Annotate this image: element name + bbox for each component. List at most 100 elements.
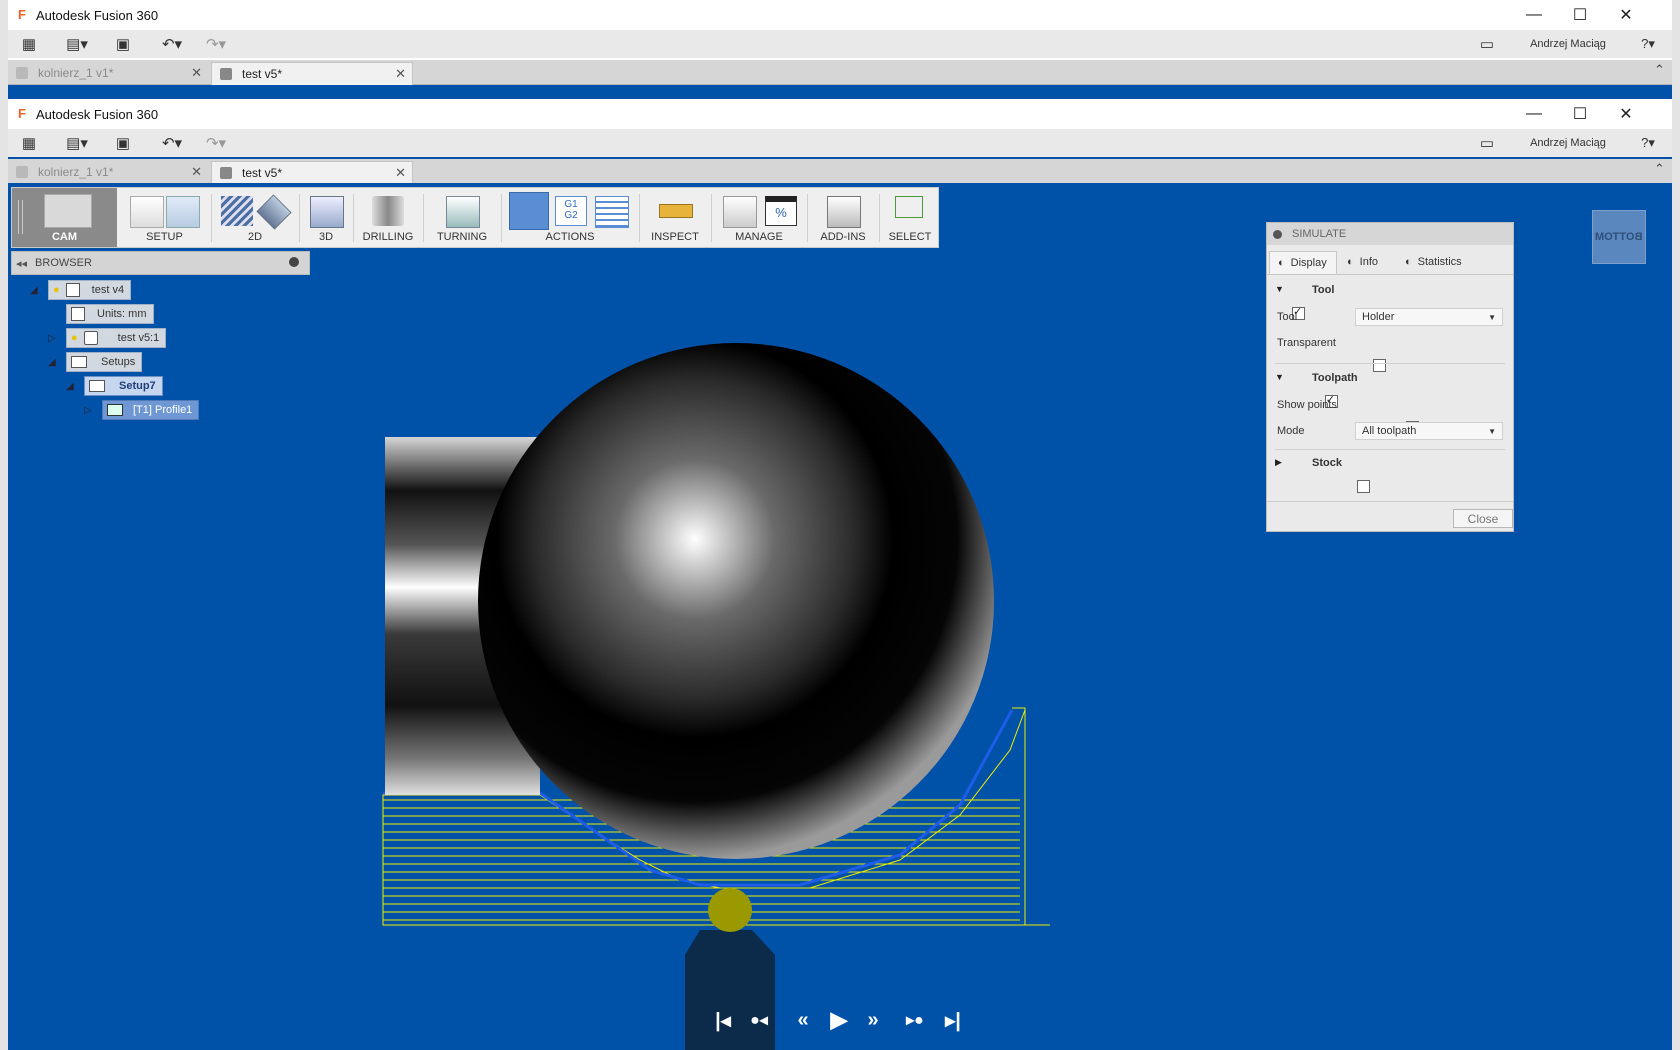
- tree-node-root[interactable]: ◢ ● test v4: [30, 280, 132, 300]
- back-redo-icon[interactable]: ↷▾: [198, 34, 234, 54]
- section-expand-icon[interactable]: ▼: [1275, 372, 1284, 382]
- front-close-button[interactable]: ✕: [1603, 99, 1649, 129]
- section-expand-icon[interactable]: ▶: [1275, 457, 1282, 468]
- select-icon[interactable]: [895, 196, 923, 218]
- back-undo-icon[interactable]: ↶▾: [154, 34, 190, 54]
- browser-panel-header[interactable]: ◂◂ BROWSER: [11, 251, 310, 275]
- dropdown-arrow-icon: ▼: [1488, 313, 1496, 322]
- tool-library-icon[interactable]: [723, 196, 757, 228]
- step-backward-icon[interactable]: «: [790, 1008, 816, 1032]
- visibility-bulb-icon[interactable]: ●: [71, 332, 78, 344]
- front-minimize-button[interactable]: —: [1511, 99, 1557, 129]
- simulate-header[interactable]: SIMULATE: [1267, 223, 1513, 245]
- actions-group[interactable]: G1 G2 ACTIONS: [505, 188, 635, 247]
- back-maximize-button[interactable]: ☐: [1557, 0, 1603, 30]
- close-tab-icon[interactable]: ✕: [395, 165, 406, 181]
- tree-node-component[interactable]: ▷ ● test v5:1: [48, 328, 167, 348]
- expand-arrow-icon[interactable]: ▷: [84, 405, 102, 416]
- turning-group[interactable]: TURNING: [427, 188, 497, 247]
- close-button[interactable]: Close: [1453, 509, 1513, 528]
- 2d-pocket-icon[interactable]: [256, 194, 292, 230]
- drilling-group[interactable]: DRILLING: [357, 188, 419, 247]
- scripts-icon[interactable]: [827, 196, 861, 228]
- back-data-panel-icon[interactable]: ▦: [18, 34, 40, 54]
- step-forward-icon[interactable]: »: [860, 1008, 886, 1032]
- tab-statistics[interactable]: ◐ Statistics: [1401, 251, 1487, 273]
- help-icon[interactable]: ?▾: [1633, 133, 1663, 153]
- tab-display[interactable]: ◐ Display: [1269, 251, 1337, 275]
- tool-select[interactable]: Holder ▼: [1355, 308, 1503, 326]
- transparent-checkbox[interactable]: [1373, 359, 1387, 372]
- save-icon[interactable]: ▣: [112, 133, 134, 153]
- close-tab-icon[interactable]: ✕: [191, 164, 202, 180]
- simulate-icon[interactable]: [509, 192, 549, 230]
- back-viewport-strip: [8, 85, 1672, 100]
- setup-group[interactable]: SETUP: [122, 188, 207, 247]
- expand-arrow-icon[interactable]: ◢: [66, 381, 84, 392]
- 2d-group[interactable]: 2D: [215, 188, 295, 247]
- 3d-adaptive-icon[interactable]: [310, 196, 344, 228]
- turning-icon[interactable]: [446, 196, 480, 228]
- measure-icon[interactable]: [659, 204, 693, 218]
- template-icon[interactable]: %: [765, 196, 797, 226]
- collapse-icon[interactable]: ⌃: [1654, 161, 1665, 177]
- back-file-menu-icon[interactable]: ▤▾: [60, 34, 94, 54]
- notifications-icon[interactable]: ▭: [1476, 133, 1498, 153]
- viewcube[interactable]: BOTTOM: [1592, 210, 1646, 264]
- next-operation-icon[interactable]: ▸●: [900, 1008, 930, 1032]
- tree-node-units[interactable]: Units: mm: [66, 304, 154, 324]
- tab-info[interactable]: ◐ Info: [1343, 251, 1395, 273]
- back-tab-kolnierz[interactable]: kolnierz_1 v1* ✕: [8, 62, 208, 84]
- back-notifications-icon[interactable]: ▭: [1476, 34, 1498, 54]
- 2d-adaptive-icon[interactable]: [221, 196, 253, 226]
- redo-icon[interactable]: ↷▾: [198, 133, 234, 153]
- go-to-start-icon[interactable]: |◂: [712, 1008, 734, 1032]
- section-expand-icon[interactable]: ▼: [1275, 284, 1284, 294]
- setup-sheet-icon[interactable]: [595, 196, 629, 228]
- back-help-icon[interactable]: ?▾: [1633, 34, 1663, 54]
- collapse-browser-icon[interactable]: ◂◂: [16, 257, 27, 270]
- file-menu-icon[interactable]: ▤▾: [60, 133, 94, 153]
- data-panel-icon[interactable]: ▦: [18, 133, 40, 153]
- back-tab-test[interactable]: test v5* ✕: [211, 62, 413, 85]
- expand-arrow-icon[interactable]: ▷: [48, 333, 66, 344]
- close-tab-icon[interactable]: ✕: [191, 65, 202, 81]
- manage-group[interactable]: % MANAGE: [715, 188, 803, 247]
- back-close-button[interactable]: ✕: [1603, 0, 1649, 30]
- back-user-menu[interactable]: Andrzej Maciąg: [1518, 34, 1618, 54]
- inspect-group[interactable]: INSPECT: [643, 188, 707, 247]
- post-process-icon[interactable]: G1 G2: [555, 196, 587, 226]
- go-to-end-icon[interactable]: ▸|: [942, 1008, 964, 1032]
- mode-select[interactable]: All toolpath ▼: [1355, 422, 1503, 440]
- back-window-title: Autodesk Fusion 360: [36, 7, 159, 23]
- dropdown-arrow-icon: ▼: [1488, 427, 1496, 436]
- user-menu[interactable]: Andrzej Maciąg: [1518, 133, 1618, 153]
- undo-icon[interactable]: ↶▾: [154, 133, 190, 153]
- play-icon[interactable]: ▶: [826, 1007, 852, 1032]
- tree-node-profile[interactable]: ▷ [T1] Profile1: [84, 400, 200, 420]
- addins-group[interactable]: ADD-INS: [811, 188, 875, 247]
- drill-icon[interactable]: [372, 196, 404, 226]
- new-setup-icon[interactable]: [130, 196, 164, 228]
- back-save-icon[interactable]: ▣: [112, 34, 134, 54]
- stock-checkbox[interactable]: [1357, 480, 1371, 493]
- 3d-group[interactable]: 3D: [303, 188, 349, 247]
- previous-operation-icon[interactable]: ●◂: [744, 1008, 774, 1032]
- select-group[interactable]: SELECT: [883, 188, 937, 247]
- front-maximize-button[interactable]: ☐: [1557, 99, 1603, 129]
- grip-handle[interactable]: [18, 200, 23, 234]
- close-tab-icon[interactable]: ✕: [395, 66, 406, 82]
- back-minimize-button[interactable]: —: [1511, 0, 1557, 30]
- tab-test[interactable]: test v5* ✕: [211, 161, 413, 184]
- collapse-panel-icon[interactable]: [1273, 229, 1282, 239]
- back-collapse-icon[interactable]: ⌃: [1654, 62, 1665, 78]
- browser-options-icon[interactable]: [289, 257, 299, 267]
- expand-arrow-icon[interactable]: ◢: [48, 357, 66, 368]
- visibility-bulb-icon[interactable]: ●: [53, 284, 60, 296]
- tab-kolnierz[interactable]: kolnierz_1 v1* ✕: [8, 161, 208, 183]
- tree-node-setups[interactable]: ◢ Setups: [48, 352, 143, 372]
- tree-node-setup7[interactable]: ◢ Setup7: [66, 376, 163, 396]
- workspace-switcher[interactable]: CAM: [12, 188, 117, 247]
- expand-arrow-icon[interactable]: ◢: [30, 285, 48, 296]
- setup-icon[interactable]: [166, 196, 200, 228]
